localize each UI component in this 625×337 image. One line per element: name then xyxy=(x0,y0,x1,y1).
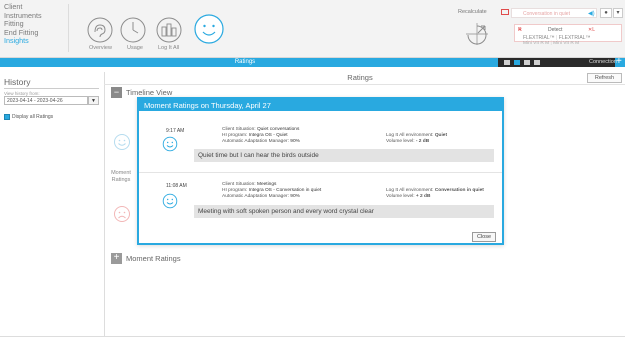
moment-ratings-dialog: Moment Ratings on Thursday, April 27 9:1… xyxy=(137,97,504,245)
moment-ratings-label: Moment Ratings xyxy=(126,254,181,263)
entry-details: Client Situation: Quiet conversations HI… xyxy=(222,127,300,145)
logitall-label: Log It All xyxy=(158,45,180,51)
page-title: Ratings xyxy=(347,73,373,82)
entry-details: Client Situation: Meetings HI program: I… xyxy=(222,182,322,200)
device-models: Mini VII R M | Mini VII R M xyxy=(523,41,580,46)
usage-label: Usage xyxy=(127,45,143,51)
sidebar-divider xyxy=(104,72,105,337)
date-range-select[interactable]: 2023-04-14 - 2023-04-26 xyxy=(4,96,88,105)
refresh-button[interactable]: Refresh xyxy=(587,73,622,83)
display-all-label: Display all Ratings xyxy=(12,114,54,120)
main-nav: Client Instruments Fitting End Fitting I… xyxy=(4,2,42,46)
battery-icon xyxy=(501,9,509,15)
moment-ratings-side-label: Moment Ratings xyxy=(111,170,131,183)
entry-environment: Log It All environment: Quiet Volume lev… xyxy=(386,133,448,145)
entry-comment: Quiet time but I can hear the birds outs… xyxy=(194,149,494,162)
close-button[interactable]: Close xyxy=(472,232,496,242)
menu-dropdown-button[interactable]: ▾ xyxy=(613,8,623,18)
recalculate-icon xyxy=(466,23,488,45)
chevron-down-icon: ▾ xyxy=(616,10,620,16)
history-divider xyxy=(4,88,99,89)
bars-icon xyxy=(156,17,182,43)
entry-comment: Meeting with soft spoken person and ever… xyxy=(194,205,494,218)
overview-label: Overview xyxy=(89,45,112,51)
dialog-title: Moment Ratings on Thursday, April 27 xyxy=(139,99,502,111)
entry-time: 11:08 AM xyxy=(166,183,187,189)
device-right-model: Mini VII R M xyxy=(523,41,550,46)
ratings-button[interactable] xyxy=(193,13,225,45)
history-title: History xyxy=(4,77,31,87)
usage-button[interactable] xyxy=(118,16,148,44)
user-icon: ● xyxy=(604,10,608,16)
header-divider xyxy=(104,84,625,85)
happy-face-icon xyxy=(113,133,131,151)
nav-item-insights[interactable]: Insights xyxy=(4,37,42,46)
user-button[interactable]: ● xyxy=(600,8,612,18)
detect-button[interactable]: Detect xyxy=(548,27,562,33)
nav-divider xyxy=(68,4,69,52)
sad-face-icon xyxy=(113,205,131,223)
program-field[interactable]: Conversation in quiet xyxy=(511,8,597,18)
collapse-timeline-button[interactable]: − xyxy=(111,87,122,98)
happy-face-icon xyxy=(162,193,178,209)
entry-time: 9:17 AM xyxy=(166,128,185,134)
connection-label[interactable]: Connection xyxy=(589,59,617,65)
recalculate-label: Recalculate xyxy=(458,9,487,15)
smiley-icon xyxy=(194,14,224,44)
status-icon-4[interactable] xyxy=(534,60,540,65)
side-right: R ✕ xyxy=(518,27,523,33)
side-left: ✕ L xyxy=(588,27,595,33)
entry-environment: Log It All environment: Conversation in … xyxy=(386,188,484,200)
timeline-label: Timeline View xyxy=(126,88,173,97)
clock-icon xyxy=(120,17,146,43)
device-left-model: Mini VII R M xyxy=(553,41,580,46)
section-title: Ratings xyxy=(234,59,256,65)
status-icon-2[interactable] xyxy=(514,60,520,65)
display-all-checkbox[interactable] xyxy=(4,114,10,120)
date-range-dropdown[interactable]: ▼ xyxy=(88,96,99,105)
chevron-down-icon: ▼ xyxy=(91,98,96,104)
entry-divider xyxy=(139,172,502,173)
warning-icon[interactable] xyxy=(524,60,530,65)
recalculate-button[interactable] xyxy=(464,21,490,47)
ear-icon xyxy=(87,17,113,43)
add-button[interactable]: + xyxy=(616,57,622,67)
expand-moment-ratings-button[interactable]: + xyxy=(111,253,122,264)
happy-face-icon xyxy=(162,136,178,152)
speaker-icon[interactable]: ◀) xyxy=(588,10,595,17)
status-icon-1[interactable] xyxy=(504,60,510,65)
logitall-button[interactable] xyxy=(154,16,184,44)
overview-button[interactable] xyxy=(85,16,115,44)
